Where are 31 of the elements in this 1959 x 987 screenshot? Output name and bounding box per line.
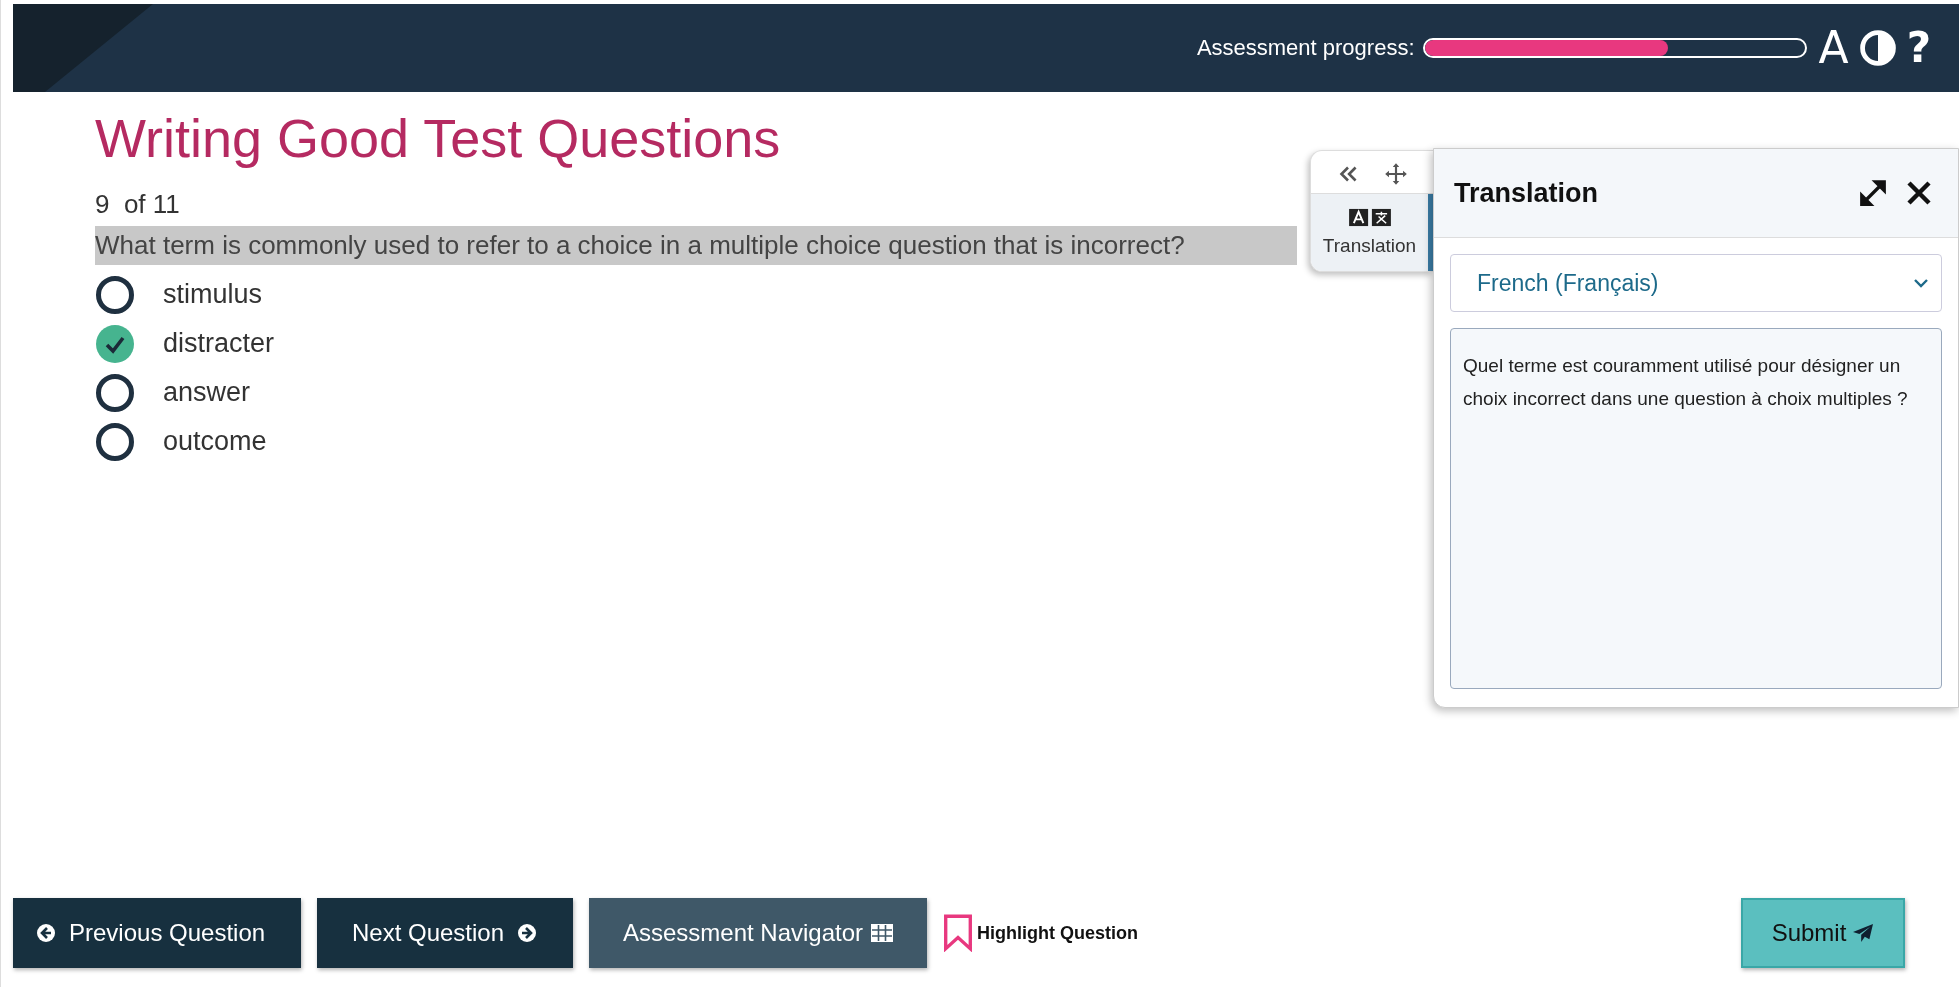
text-size-button[interactable]: A bbox=[1818, 26, 1849, 70]
radio-button[interactable] bbox=[95, 421, 135, 462]
expand-icon[interactable] bbox=[1858, 178, 1888, 208]
highlight-button[interactable]: Highlight Question bbox=[943, 898, 1138, 968]
navigator-button[interactable]: Assessment Navigator bbox=[589, 898, 927, 968]
chevron-down-icon bbox=[1913, 278, 1929, 288]
option-label[interactable]: answer bbox=[163, 377, 251, 409]
move-icon[interactable] bbox=[1383, 161, 1409, 187]
radio-button[interactable] bbox=[95, 372, 135, 413]
translate-icon bbox=[1348, 208, 1391, 227]
progress-label: Assessment progress: bbox=[1196, 35, 1415, 61]
grid-icon bbox=[871, 923, 894, 943]
question-text: What term is commonly used to refer to a choice in a multiple choice question that is incorrect? bbox=[95, 225, 1297, 265]
panel-title: Translation bbox=[1454, 177, 1600, 209]
translation-tab[interactable]: Translation bbox=[1311, 194, 1433, 271]
radio-button[interactable] bbox=[95, 274, 135, 315]
translated-text-box: Quel terme est couramment utilisé pour désigner un choix incorrect dans une question à choix multiples ? bbox=[1450, 328, 1942, 689]
help-button[interactable]: ? bbox=[1906, 27, 1931, 69]
contrast-icon[interactable] bbox=[1858, 29, 1897, 67]
previous-button[interactable]: Previous Question bbox=[13, 898, 301, 968]
option-label[interactable]: stimulus bbox=[163, 279, 263, 311]
submit-button[interactable]: Submit bbox=[1741, 898, 1905, 968]
bookmark-icon bbox=[943, 914, 973, 952]
option-label[interactable]: outcome bbox=[163, 426, 267, 458]
assessment-title: Writing Good Test Questions bbox=[95, 107, 782, 170]
next-button[interactable]: Next Question bbox=[317, 898, 573, 968]
paper-plane-icon bbox=[1852, 923, 1875, 943]
language-dropdown[interactable]: French (Français) bbox=[1450, 254, 1942, 312]
question-counter: 9 of 11 bbox=[95, 188, 181, 220]
radio-checked-icon[interactable] bbox=[95, 323, 135, 364]
option-label[interactable]: distracter bbox=[163, 328, 275, 360]
